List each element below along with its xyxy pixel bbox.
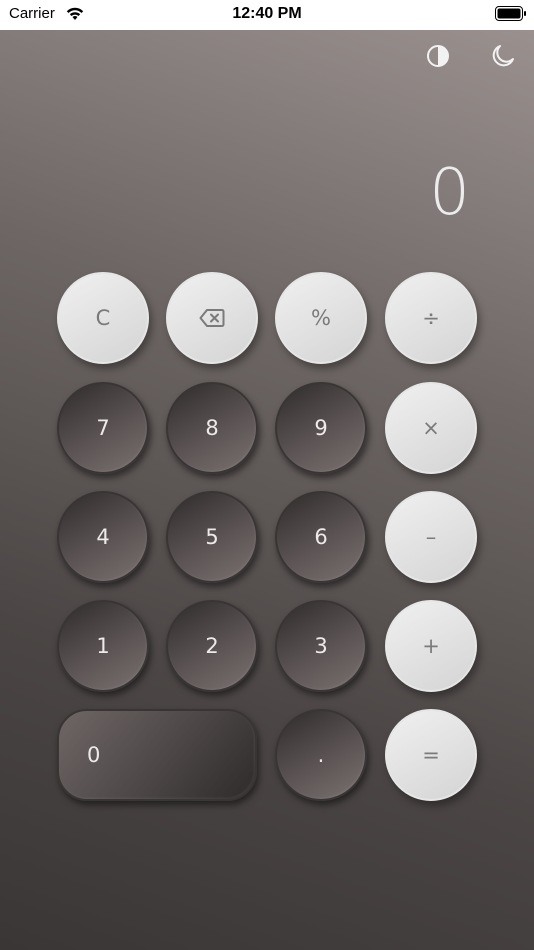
clear-button[interactable]: C	[57, 272, 149, 364]
six-button[interactable]: 6	[275, 491, 367, 583]
four-button[interactable]: 4	[57, 491, 149, 583]
nine-label: 9	[314, 416, 328, 440]
five-button[interactable]: 5	[166, 491, 258, 583]
plus-label: +	[422, 634, 440, 658]
seven-label: 7	[96, 416, 110, 440]
display-value: 0	[429, 156, 470, 230]
status-bar: Carrier 12:40 PM	[0, 0, 534, 30]
seven-button[interactable]: 7	[57, 382, 149, 474]
six-label: 6	[314, 525, 328, 549]
percent-label: %	[311, 306, 331, 330]
moon-icon[interactable]	[490, 43, 516, 69]
plus-button[interactable]: +	[385, 600, 477, 692]
equals-label: =	[422, 743, 440, 767]
eight-label: 8	[205, 416, 219, 440]
status-time: 12:40 PM	[232, 5, 302, 22]
equals-button[interactable]: =	[385, 709, 477, 801]
two-label: 2	[205, 634, 219, 658]
decimal-button[interactable]: .	[275, 709, 367, 801]
divide-label: ÷	[422, 306, 440, 330]
zero-button[interactable]: 0	[57, 709, 257, 801]
contrast-icon[interactable]	[425, 43, 451, 69]
five-label: 5	[205, 525, 219, 549]
one-label: 1	[96, 634, 110, 658]
calculator-screen: 0 C % ÷ 7 8 9 × 4 5 6 – 1 2 3 + 0 . =	[0, 30, 534, 950]
decimal-label: .	[317, 743, 325, 767]
multiply-button[interactable]: ×	[385, 382, 477, 474]
clear-label: C	[95, 306, 111, 330]
percent-button[interactable]: %	[275, 272, 367, 364]
three-button[interactable]: 3	[275, 600, 367, 692]
battery-icon	[495, 6, 527, 21]
backspace-button[interactable]	[166, 272, 258, 364]
zero-label: 0	[87, 743, 101, 767]
minus-button[interactable]: –	[385, 491, 477, 583]
minus-label: –	[425, 525, 437, 549]
eight-button[interactable]: 8	[166, 382, 258, 474]
nine-button[interactable]: 9	[275, 382, 367, 474]
three-label: 3	[314, 634, 328, 658]
two-button[interactable]: 2	[166, 600, 258, 692]
four-label: 4	[96, 525, 110, 549]
divide-button[interactable]: ÷	[385, 272, 477, 364]
multiply-label: ×	[422, 416, 440, 440]
backspace-icon	[199, 308, 225, 328]
one-button[interactable]: 1	[57, 600, 149, 692]
